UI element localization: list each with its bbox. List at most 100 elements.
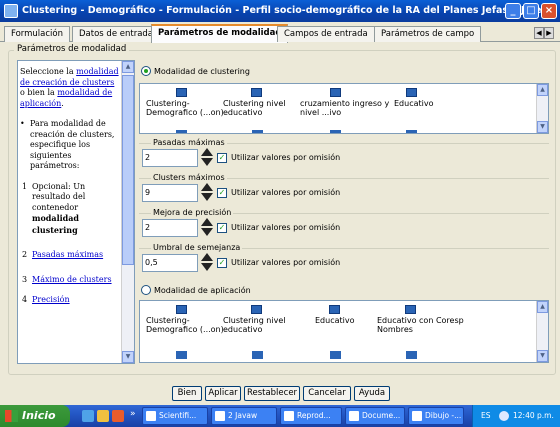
default-checkbox[interactable]: ✓ (217, 188, 227, 198)
help-text: Seleccione la (20, 67, 77, 76)
spin-up-icon[interactable] (201, 253, 213, 261)
model-icon (406, 130, 417, 133)
help-step-bold: modalidad clustering (32, 213, 80, 235)
minimize-button[interactable]: _ (505, 3, 521, 19)
taskbar-item[interactable]: Dibujo -... (408, 407, 464, 425)
list-item[interactable]: Clustering nivel educativo (223, 305, 303, 334)
model-icon (330, 351, 341, 359)
group-legend: Parámetros de modalidad (14, 44, 130, 54)
tab-parametros-modalidad[interactable]: Parámetros de modalidad (151, 24, 289, 43)
model-icon (251, 305, 262, 314)
default-checkbox[interactable]: ✓ (217, 258, 227, 268)
start-button[interactable]: Inicio (0, 405, 70, 427)
spin-buttons[interactable] (201, 183, 213, 203)
list-item[interactable]: Clustering nivel educativo (223, 88, 303, 117)
help-step-1: 1 Opcional: Un resultado del contenedor … (20, 182, 120, 237)
quicklaunch-chevron-icon[interactable]: » (130, 409, 136, 419)
tab-right-arrow-icon[interactable]: ▶ (544, 27, 554, 39)
list-item[interactable]: Clustering-Demografico (...on) (146, 305, 226, 334)
scroll-down-icon[interactable]: ▼ (537, 121, 548, 133)
help-bullet: • Para modalidad de creación de clusters… (20, 119, 120, 172)
step-number: 2 (22, 250, 28, 259)
model-icon (176, 130, 187, 133)
spin-down-icon[interactable] (201, 158, 213, 166)
pasadas-input[interactable]: 2 (142, 149, 198, 167)
help-step-3: 3 Máximo de clusters (20, 275, 120, 286)
spin-up-icon[interactable] (201, 148, 213, 156)
windows-flag-icon (5, 410, 18, 422)
model-icon (252, 130, 263, 133)
help-scrollbar[interactable]: ▲ ▼ (121, 61, 134, 363)
link-precision[interactable]: Precisión (32, 295, 70, 304)
list-item[interactable]: Clustering-Demografico (...on) (146, 88, 226, 117)
desktop-icon[interactable] (97, 410, 109, 422)
list-item[interactable]: Educativo (394, 88, 474, 108)
default-checkbox[interactable]: ✓ (217, 223, 227, 233)
param-umbral-semejanza: Umbral de semejanza 0,5 ✓ Utilizar valor… (139, 243, 549, 276)
maximize-button[interactable]: □ (523, 3, 539, 19)
task-label: Docume... (362, 411, 401, 420)
spin-down-icon[interactable] (201, 193, 213, 201)
spin-buttons[interactable] (201, 253, 213, 273)
taskbar-item[interactable]: Scientifi... (142, 407, 208, 425)
restablecer-button[interactable]: Restablecer (244, 386, 300, 401)
link-maximo-clusters[interactable]: Máximo de clusters (32, 275, 112, 284)
param-legend: Umbral de semejanza (151, 243, 243, 252)
clustering-label: Modalidad de clustering (154, 67, 250, 76)
model-icon (176, 88, 187, 97)
taskbar-item[interactable]: Docume... (345, 407, 405, 425)
tab-formulacion[interactable]: Formulación (4, 26, 70, 42)
help-step-2: 2 Pasadas máximas (20, 250, 120, 261)
link-pasadas-maximas[interactable]: Pasadas máximas (32, 250, 103, 259)
ie-icon[interactable] (82, 410, 94, 422)
umbral-input[interactable]: 0,5 (142, 254, 198, 272)
language-indicator[interactable]: ES (481, 405, 491, 427)
aplicacion-list-scrollbar[interactable]: ▲ ▼ (536, 301, 548, 362)
media-icon[interactable] (112, 410, 124, 422)
close-button[interactable]: × (541, 3, 557, 19)
bien-button[interactable]: Bien (172, 386, 202, 401)
spin-up-icon[interactable] (201, 218, 213, 226)
spin-buttons[interactable] (201, 218, 213, 238)
cancelar-button[interactable]: Cancelar (303, 386, 351, 401)
clustering-list[interactable]: Clustering-Demografico (...on) Clusterin… (139, 83, 549, 134)
scroll-up-icon[interactable]: ▲ (537, 84, 548, 96)
tab-parametros-campo[interactable]: Parámetros de campo (374, 26, 482, 42)
help-bullet-text: Para modalidad de creación de clusters, … (30, 119, 115, 170)
scroll-up-icon[interactable]: ▲ (122, 61, 134, 73)
tab-datos-entrada[interactable]: Datos de entrada (72, 26, 161, 42)
scroll-thumb[interactable] (122, 75, 134, 265)
ayuda-button[interactable]: Ayuda (354, 386, 390, 401)
spin-down-icon[interactable] (201, 228, 213, 236)
list-item[interactable]: cruzamiento ingreso y nivel ...ivo (300, 88, 390, 117)
precision-input[interactable]: 2 (142, 219, 198, 237)
tab-campos-entrada[interactable]: Campos de entrada (277, 26, 375, 42)
scroll-down-icon[interactable]: ▼ (122, 351, 134, 363)
spin-up-icon[interactable] (201, 183, 213, 191)
task-label: Scientifi... (159, 411, 197, 420)
app-icon (4, 4, 18, 18)
clustering-list-scrollbar[interactable]: ▲ ▼ (536, 84, 548, 133)
default-checkbox-label: Utilizar valores por omisión (231, 258, 341, 267)
spin-down-icon[interactable] (201, 263, 213, 271)
param-pasadas-maximas: Pasadas máximas 2 ✓ Utilizar valores por… (139, 138, 549, 171)
scroll-down-icon[interactable]: ▼ (537, 350, 548, 362)
tray-icon[interactable] (499, 411, 509, 421)
item-label: cruzamiento ingreso y nivel ...ivo (300, 99, 390, 117)
clusters-input[interactable]: 9 (142, 184, 198, 202)
tab-scroll-arrows[interactable]: ◀ ▶ (534, 27, 556, 39)
taskbar-item[interactable]: Reprod... (280, 407, 342, 425)
aplicar-button[interactable]: Aplicar (205, 386, 241, 401)
list-item[interactable]: Educativo con Coresp Nombres (377, 305, 467, 334)
spin-buttons[interactable] (201, 148, 213, 168)
tab-left-arrow-icon[interactable]: ◀ (534, 27, 544, 39)
step-number: 1 (22, 181, 28, 191)
radio-aplicacion[interactable] (141, 285, 151, 295)
scroll-up-icon[interactable]: ▲ (537, 301, 548, 313)
default-checkbox[interactable]: ✓ (217, 153, 227, 163)
radio-clustering[interactable] (141, 66, 151, 76)
item-label: Educativo (394, 99, 434, 108)
taskbar-item[interactable]: 2 Javaw (211, 407, 277, 425)
aplicacion-list[interactable]: Clustering-Demografico (...on) Clusterin… (139, 300, 549, 363)
start-label: Inicio (22, 409, 56, 422)
